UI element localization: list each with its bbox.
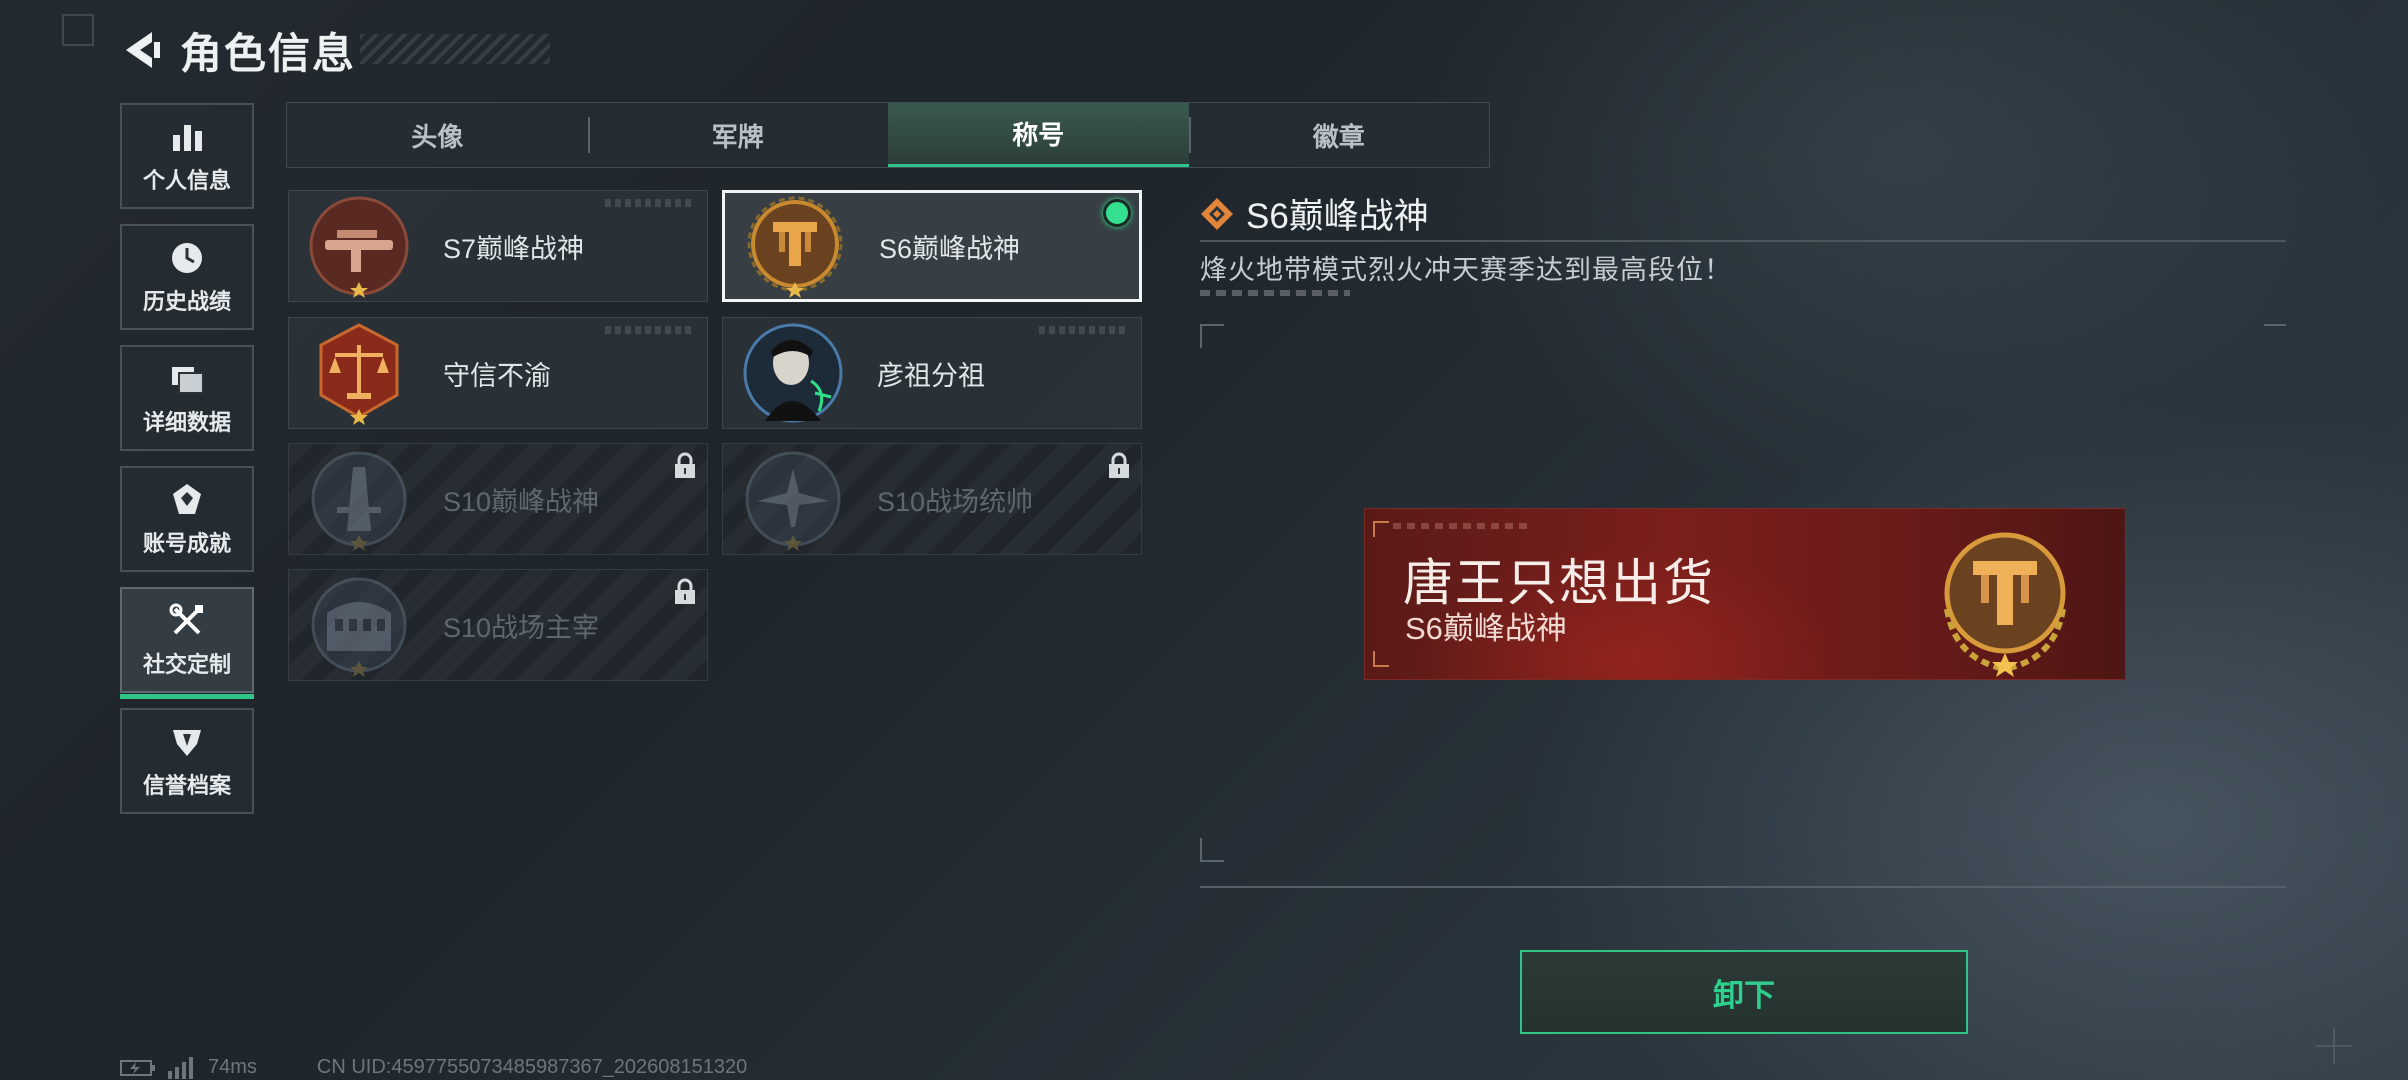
frame-corner	[1200, 838, 1224, 862]
divider	[1200, 886, 2286, 888]
portrait-emblem-icon	[743, 323, 843, 423]
tab-avatar[interactable]: 头像	[287, 103, 588, 167]
title-name: S10战场统帅	[877, 486, 1034, 517]
title-name: 守信不渝	[443, 360, 551, 391]
title-card-s7-peak[interactable]: S7巅峰战神	[288, 190, 708, 302]
credit-shield-icon	[173, 730, 201, 756]
colosseum-emblem-icon	[311, 577, 407, 677]
sidebar-item-label: 详细数据	[142, 410, 231, 435]
frame-corner	[1200, 324, 1224, 348]
sidebar-item-social-custom[interactable]: 社交定制	[120, 587, 254, 699]
card-decoration	[605, 199, 695, 207]
tab-dog-tag[interactable]: 军牌	[587, 103, 889, 167]
sidebar-item-label: 个人信息	[142, 168, 231, 193]
folders-icon	[172, 367, 204, 394]
card-decoration	[1039, 326, 1129, 334]
title-name: S7巅峰战神	[443, 233, 585, 264]
clock-icon	[172, 243, 202, 273]
scales-emblem-icon	[319, 323, 399, 425]
sidebar-item-detailed-data[interactable]: 详细数据	[120, 345, 254, 451]
corner-decoration	[62, 14, 94, 46]
tab-bar: 头像 军牌 称号 徽章	[286, 102, 1490, 168]
user-uid: CN UID:4597755073485987367_202608151320	[316, 1056, 748, 1078]
banner-corner	[1373, 651, 1389, 667]
diamond-icon	[1201, 197, 1233, 230]
lock-icon	[675, 452, 695, 478]
achievement-icon	[173, 484, 201, 514]
page-title: 角色信息	[180, 29, 357, 77]
sidebar-item-label: 账号成就	[142, 531, 231, 556]
sidebar-item-credit[interactable]: 信誉档案	[120, 708, 254, 814]
gold-t-emblem-icon	[747, 196, 843, 298]
gold-t-emblem-icon	[1944, 532, 2066, 677]
aircraft-emblem-icon	[745, 451, 841, 551]
title-card-s10-dominator[interactable]: S10战场主宰	[288, 569, 708, 681]
ping-value: 74ms	[208, 1056, 257, 1078]
page-header: 角色信息	[120, 22, 550, 78]
unequip-button[interactable]: 卸下	[1520, 950, 1968, 1034]
sidebar: 个人信息 历史战绩 详细数据 账号成就 社交定制 信誉档案	[120, 103, 258, 829]
back-arrow-icon[interactable]	[120, 28, 164, 72]
sidebar-item-achievements[interactable]: 账号成就	[120, 466, 254, 572]
banner-title: S6巅峰战神	[1405, 611, 1567, 646]
title-name: S10巅峰战神	[443, 486, 600, 517]
description-decoration	[1200, 290, 1350, 296]
tower-emblem-icon	[311, 451, 407, 551]
tab-title[interactable]: 称号	[888, 103, 1189, 167]
crossbow-emblem-icon	[309, 196, 409, 298]
title-stripes	[360, 34, 550, 64]
lock-icon	[675, 578, 695, 604]
title-card-keep-faith[interactable]: 守信不渝	[288, 317, 708, 429]
sidebar-item-label: 社交定制	[142, 652, 231, 677]
title-name: S10战场主宰	[443, 612, 600, 643]
title-card-s10-peak[interactable]: S10巅峰战神	[288, 443, 708, 555]
title-name: 彦祖分祖	[877, 360, 985, 391]
tools-icon	[169, 603, 203, 635]
lock-icon	[1109, 452, 1129, 478]
detail-header: S6巅峰战神	[1200, 188, 1429, 239]
title-preview-banner: 唐王只想出货 S6巅峰战神	[1364, 508, 2126, 680]
crosshair-icon	[2316, 1028, 2352, 1064]
divider	[1200, 240, 2286, 242]
detail-description: 烽火地带模式烈火冲天赛季达到最高段位！	[1200, 255, 1732, 285]
selected-indicator-icon	[1103, 199, 1131, 227]
battery-charging-icon	[120, 1059, 155, 1076]
sidebar-item-personal-info[interactable]: 个人信息	[120, 103, 254, 209]
card-decoration	[605, 326, 695, 334]
banner-decoration	[1393, 523, 1533, 529]
frame-corner	[2264, 324, 2286, 326]
title-card-yanzu[interactable]: 彦祖分祖	[722, 317, 1142, 429]
tab-badge[interactable]: 徽章	[1188, 103, 1490, 167]
detail-title: S6巅峰战神	[1246, 197, 1429, 236]
signal-icon	[168, 1056, 193, 1079]
bar-chart-icon	[173, 125, 202, 151]
status-bar: 74ms CN UID:4597755073485987367_20260815…	[120, 1056, 747, 1079]
banner-corner	[1373, 521, 1389, 537]
title-card-s10-commander[interactable]: S10战场统帅	[722, 443, 1142, 555]
sidebar-item-label: 信誉档案	[142, 773, 231, 798]
sidebar-item-history[interactable]: 历史战绩	[120, 224, 254, 330]
title-name: S6巅峰战神	[879, 233, 1021, 264]
sidebar-item-label: 历史战绩	[142, 289, 231, 314]
title-card-s6-peak[interactable]: S6巅峰战神	[722, 190, 1142, 302]
